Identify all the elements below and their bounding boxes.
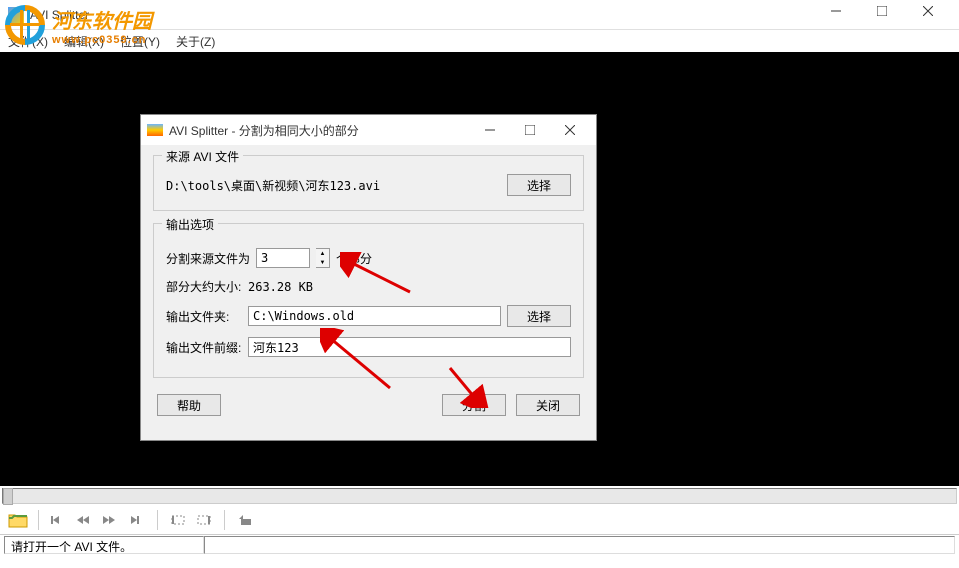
mark-out-button[interactable] (192, 508, 216, 532)
help-button[interactable]: 帮助 (157, 394, 221, 416)
split-button[interactable]: 分割 (442, 394, 506, 416)
step-back-button[interactable] (73, 508, 97, 532)
window-title: AVI Splitter (30, 8, 813, 22)
next-frame-button[interactable] (125, 508, 149, 532)
spin-down-icon[interactable]: ▼ (316, 258, 329, 267)
seek-bar[interactable] (2, 488, 957, 504)
spin-up-icon[interactable]: ▲ (316, 249, 329, 258)
statusbar: 请打开一个 AVI 文件。 (0, 534, 959, 554)
output-legend: 输出选项 (162, 216, 218, 233)
app-icon (8, 7, 24, 23)
menu-view[interactable]: 位置(Y) (120, 33, 160, 50)
output-fieldset: 输出选项 分割来源文件为 ▲ ▼ 个部分 部分大约大小: 263.28 KB 输… (153, 223, 584, 378)
output-prefix-input[interactable] (248, 337, 571, 357)
output-folder-select-button[interactable]: 选择 (507, 305, 571, 327)
split-dialog: AVI Splitter - 分割为相同大小的部分 来源 AVI 文件 D:\t… (140, 114, 597, 441)
prev-frame-button[interactable] (47, 508, 71, 532)
split-count-label: 分割来源文件为 (166, 250, 250, 267)
split-unit-label: 个部分 (336, 250, 372, 267)
seek-handle[interactable] (3, 488, 13, 505)
output-folder-input[interactable] (248, 306, 501, 326)
toolbar (0, 506, 959, 534)
main-titlebar: AVI Splitter (0, 0, 959, 30)
step-forward-button[interactable] (99, 508, 123, 532)
status-spacer (204, 536, 955, 554)
dialog-close-button[interactable] (550, 116, 590, 144)
menu-edit[interactable]: 编辑(X) (64, 33, 104, 50)
menubar: 文件(X) 编辑(X) 位置(Y) 关于(Z) (0, 30, 959, 52)
approx-size-value: 263.28 KB (248, 280, 313, 294)
source-select-button[interactable]: 选择 (507, 174, 571, 196)
dialog-icon (147, 124, 163, 136)
split-count-input[interactable] (256, 248, 310, 268)
split-count-spinner[interactable]: ▲ ▼ (316, 248, 330, 268)
dialog-titlebar[interactable]: AVI Splitter - 分割为相同大小的部分 (141, 115, 596, 145)
source-fieldset: 来源 AVI 文件 D:\tools\桌面\新视频\河东123.avi 选择 (153, 155, 584, 211)
approx-size-label: 部分大约大小: (166, 278, 242, 295)
close-dialog-button[interactable]: 关闭 (516, 394, 580, 416)
export-button[interactable] (233, 508, 257, 532)
dialog-minimize-button[interactable] (470, 116, 510, 144)
output-folder-label: 输出文件夹: (166, 308, 242, 325)
menu-about[interactable]: 关于(Z) (176, 33, 215, 50)
minimize-button[interactable] (813, 0, 859, 26)
mark-in-button[interactable] (166, 508, 190, 532)
close-button[interactable] (905, 0, 951, 26)
menu-file[interactable]: 文件(X) (8, 33, 48, 50)
dialog-maximize-button[interactable] (510, 116, 550, 144)
status-text: 请打开一个 AVI 文件。 (4, 536, 204, 554)
source-path: D:\tools\桌面\新视频\河东123.avi (166, 177, 507, 194)
output-prefix-label: 输出文件前缀: (166, 339, 242, 356)
maximize-button[interactable] (859, 0, 905, 26)
dialog-title: AVI Splitter - 分割为相同大小的部分 (169, 122, 470, 139)
source-legend: 来源 AVI 文件 (162, 148, 243, 165)
open-file-button[interactable] (6, 508, 30, 532)
